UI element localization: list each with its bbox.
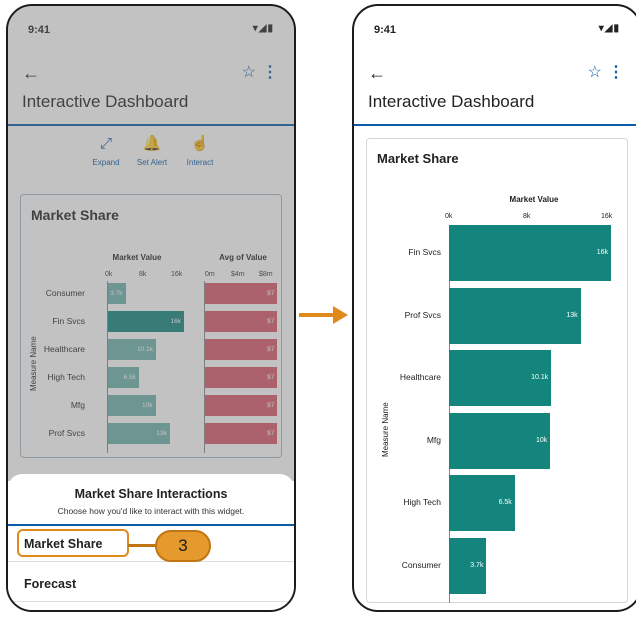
sheet-subtitle: Choose how you'd like to interact with t… <box>57 506 245 516</box>
phone-right: 9:41 ▾◢▮ ← ☆ ⋮ Interactive Dashboard Mar… <box>352 4 636 612</box>
status-time: 9:41 <box>374 24 397 36</box>
interactions-sheet: Market Share Interactions Choose how you… <box>8 474 294 610</box>
modal-scrim[interactable] <box>8 6 294 481</box>
market-value-bar: 6.5k <box>449 475 515 531</box>
chart-title: Market Share <box>377 151 459 166</box>
market-value-bar: 10k <box>449 412 551 469</box>
x-tick-0: 0k <box>445 213 453 220</box>
sheet-title: Market Share Interactions <box>74 487 228 501</box>
callout-connector <box>128 544 157 547</box>
market-value-bar: 13k <box>449 287 581 344</box>
category-label: Prof Svcs <box>404 309 441 320</box>
more-options-icon[interactable]: ⋮ <box>608 64 624 82</box>
category-label: High Tech <box>403 497 441 507</box>
status-icons: ▾◢▮ <box>598 23 620 34</box>
star-icon[interactable]: ☆ <box>588 64 602 82</box>
category-label: Fin Svcs <box>408 247 441 257</box>
x-tick-2: 16k <box>601 213 613 220</box>
highlight-box <box>17 529 129 557</box>
category-label: Healthcare <box>399 372 441 382</box>
market-value-bar: 16k <box>449 225 611 281</box>
phone-left: 9:41 ▾◢▮ ← ☆ ⋮ Interactive Dashboard ⤢ E… <box>6 4 296 612</box>
app-bar: ← ☆ ⋮ <box>354 54 636 94</box>
market-share-chart-card: Market Share Market Value 0k 8k 16k Meas… <box>366 138 628 603</box>
market-value-bar: 3.7k <box>449 537 487 594</box>
back-arrow-icon[interactable]: ← <box>368 64 386 82</box>
status-bar: 9:41 ▾◢▮ <box>354 6 636 46</box>
option-forecast-label: Forecast <box>24 577 77 591</box>
transition-arrow-icon <box>333 306 348 324</box>
option-forecast[interactable]: Forecast <box>8 566 294 602</box>
chart-x-header: Market Value <box>509 195 559 204</box>
market-value-bar: 10.1k <box>449 350 552 406</box>
category-label: Consumer <box>401 559 441 570</box>
title-divider <box>354 124 636 126</box>
measure-axis-label: Measure Name <box>381 402 390 457</box>
x-tick-1: 8k <box>523 213 531 220</box>
category-label: Mfg <box>426 434 441 445</box>
page-title: Interactive Dashboard <box>368 92 535 111</box>
step-badge: 3 <box>155 530 211 562</box>
transition-arrow-shaft <box>299 313 335 317</box>
